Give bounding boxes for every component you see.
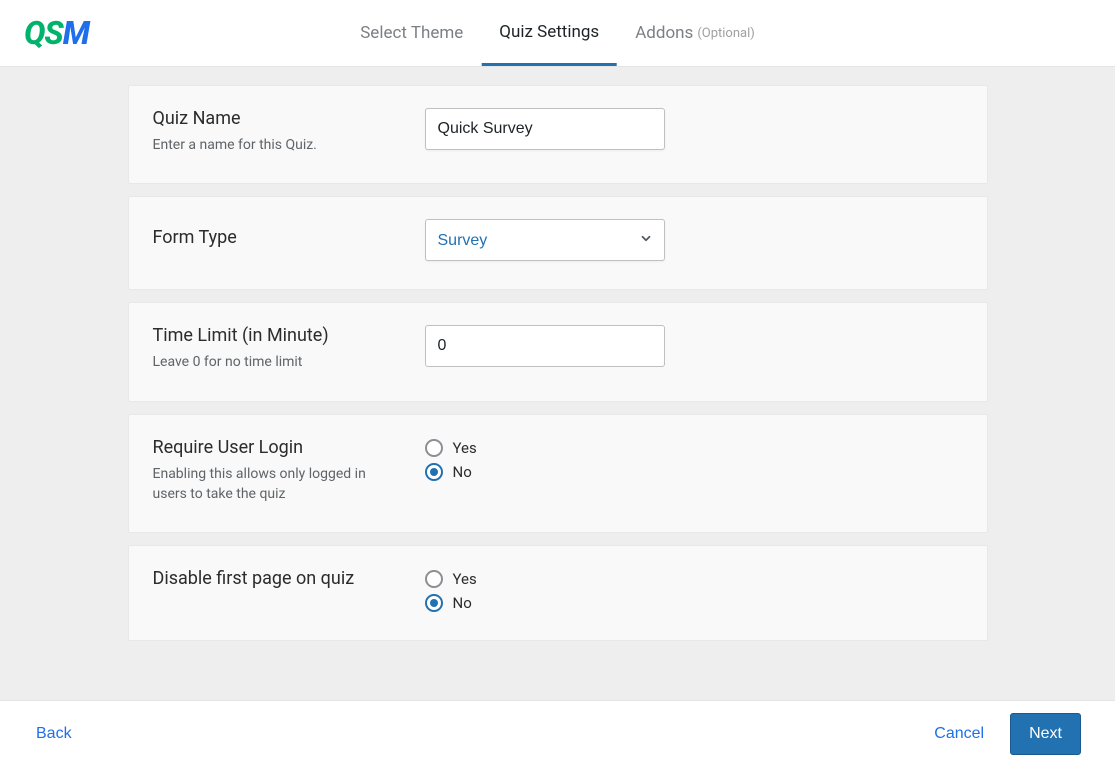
radio-label: No [453, 594, 472, 612]
radio-icon [425, 570, 443, 588]
form-type-select[interactable]: Survey [425, 219, 665, 261]
tab-label: Quiz Settings [499, 22, 599, 42]
panel-time-limit: Time Limit (in Minute) Leave 0 for no ti… [128, 302, 988, 401]
disable-first-page-no[interactable]: No [425, 594, 963, 612]
radio-label: Yes [453, 570, 477, 588]
panel-require-login: Require User Login Enabling this allows … [128, 414, 988, 534]
require-login-radio-group: Yes No [425, 437, 963, 481]
radio-label: Yes [453, 439, 477, 457]
panel-disable-first-page: Disable first page on quiz Yes No [128, 545, 988, 641]
tab-quiz-settings[interactable]: Quiz Settings [481, 0, 617, 66]
tab-addons[interactable]: Addons (Optional) [617, 0, 773, 66]
disable-first-page-radio-group: Yes No [425, 568, 963, 612]
radio-icon [425, 439, 443, 457]
logo: QSM [24, 14, 89, 52]
label-time-limit: Time Limit (in Minute) [153, 325, 425, 346]
label-form-type: Form Type [153, 227, 425, 248]
radio-label: No [453, 463, 472, 481]
next-button[interactable]: Next [1010, 713, 1081, 755]
back-button[interactable]: Back [36, 725, 72, 743]
time-limit-input[interactable] [425, 325, 665, 367]
tab-label: Addons [635, 23, 693, 43]
wizard-nav: Select Theme Quiz Settings Addons (Optio… [342, 0, 773, 66]
content: Quiz Name Enter a name for this Quiz. Fo… [0, 67, 1115, 766]
desc-require-login: Enabling this allows only logged in user… [153, 464, 383, 505]
desc-time-limit: Leave 0 for no time limit [153, 352, 383, 372]
form-type-select-wrap: Survey [425, 219, 665, 261]
panel-form-type: Form Type Survey [128, 196, 988, 290]
label-disable-first-page: Disable first page on quiz [153, 568, 425, 589]
disable-first-page-yes[interactable]: Yes [425, 570, 963, 588]
radio-icon [425, 463, 443, 481]
tab-optional-badge: (Optional) [697, 26, 754, 41]
label-require-login: Require User Login [153, 437, 425, 458]
require-login-no[interactable]: No [425, 463, 963, 481]
cancel-button[interactable]: Cancel [934, 725, 984, 743]
tab-label: Select Theme [360, 23, 463, 43]
quiz-name-input[interactable] [425, 108, 665, 150]
desc-quiz-name: Enter a name for this Quiz. [153, 135, 383, 155]
panel-quiz-name: Quiz Name Enter a name for this Quiz. [128, 85, 988, 184]
label-quiz-name: Quiz Name [153, 108, 425, 129]
radio-icon [425, 594, 443, 612]
topbar: QSM Select Theme Quiz Settings Addons (O… [0, 0, 1115, 67]
require-login-yes[interactable]: Yes [425, 439, 963, 457]
tab-select-theme[interactable]: Select Theme [342, 0, 481, 66]
footer: Back Cancel Next [0, 700, 1115, 766]
